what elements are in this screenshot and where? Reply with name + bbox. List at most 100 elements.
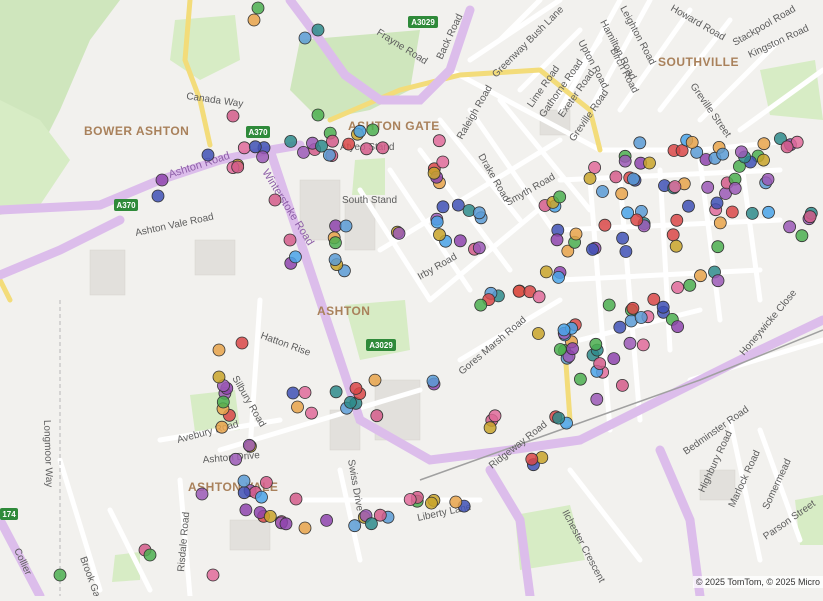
map-marker[interactable]: [292, 401, 304, 413]
map-marker[interactable]: [280, 518, 292, 530]
map-marker[interactable]: [361, 143, 373, 155]
map-marker[interactable]: [213, 371, 225, 383]
map-marker[interactable]: [554, 191, 566, 203]
map-marker[interactable]: [290, 493, 302, 505]
map-marker[interactable]: [616, 379, 628, 391]
map-marker[interactable]: [298, 146, 310, 158]
map-marker[interactable]: [763, 206, 775, 218]
map-marker[interactable]: [227, 110, 239, 122]
map-marker[interactable]: [340, 220, 352, 232]
map-marker[interactable]: [784, 221, 796, 233]
map-marker[interactable]: [202, 149, 214, 161]
map-marker[interactable]: [437, 201, 449, 213]
map-marker[interactable]: [216, 421, 228, 433]
map-marker[interactable]: [152, 190, 164, 202]
map-marker[interactable]: [256, 491, 268, 503]
map-marker[interactable]: [619, 155, 631, 167]
map-marker[interactable]: [540, 266, 552, 278]
map-marker[interactable]: [230, 453, 242, 465]
map-marker[interactable]: [327, 135, 339, 147]
map-marker[interactable]: [781, 141, 793, 153]
map-marker[interactable]: [796, 230, 808, 242]
map-marker[interactable]: [635, 312, 647, 324]
map-marker[interactable]: [672, 282, 684, 294]
map-marker[interactable]: [329, 254, 341, 266]
map-marker[interactable]: [434, 229, 446, 241]
map-marker[interactable]: [672, 321, 684, 333]
map-marker[interactable]: [329, 237, 341, 249]
map-marker[interactable]: [196, 488, 208, 500]
map-marker[interactable]: [758, 138, 770, 150]
map-marker[interactable]: [365, 518, 377, 530]
map-marker[interactable]: [354, 125, 366, 137]
map-marker[interactable]: [454, 235, 466, 247]
map-marker[interactable]: [622, 207, 634, 219]
map-marker[interactable]: [637, 339, 649, 351]
map-marker[interactable]: [616, 188, 628, 200]
map-marker[interactable]: [711, 197, 723, 209]
map-marker[interactable]: [590, 338, 602, 350]
map-marker[interactable]: [671, 214, 683, 226]
map-marker[interactable]: [729, 182, 741, 194]
map-marker[interactable]: [684, 279, 696, 291]
map-marker[interactable]: [312, 109, 324, 121]
map-marker[interactable]: [712, 241, 724, 253]
map-marker[interactable]: [484, 422, 496, 434]
map-marker[interactable]: [589, 162, 601, 174]
map-marker[interactable]: [289, 251, 301, 263]
map-marker[interactable]: [404, 494, 416, 506]
map-marker[interactable]: [299, 387, 311, 399]
map-marker[interactable]: [597, 186, 609, 198]
map-marker[interactable]: [712, 275, 724, 287]
map-marker[interactable]: [156, 174, 168, 186]
map-svg[interactable]: A3029 A370 A370 A3029 174 BOWER ASHTON A…: [0, 0, 823, 596]
map-marker[interactable]: [574, 373, 586, 385]
map-marker[interactable]: [617, 232, 629, 244]
map-marker[interactable]: [686, 136, 698, 148]
map-marker[interactable]: [526, 453, 538, 465]
map-marker[interactable]: [553, 412, 565, 424]
map-marker[interactable]: [330, 386, 342, 398]
map-marker[interactable]: [587, 243, 599, 255]
map-marker[interactable]: [683, 200, 695, 212]
map-marker[interactable]: [312, 24, 324, 36]
map-marker[interactable]: [608, 353, 620, 365]
map-marker[interactable]: [260, 477, 272, 489]
map-marker[interactable]: [620, 246, 632, 258]
map-marker[interactable]: [350, 382, 362, 394]
map-canvas[interactable]: A3029 A370 A370 A3029 174 BOWER ASHTON A…: [0, 0, 823, 596]
map-marker[interactable]: [714, 217, 726, 229]
map-marker[interactable]: [554, 344, 566, 356]
map-marker[interactable]: [371, 410, 383, 422]
map-marker[interactable]: [369, 374, 381, 386]
map-marker[interactable]: [584, 172, 596, 184]
map-marker[interactable]: [634, 137, 646, 149]
map-marker[interactable]: [285, 135, 297, 147]
map-marker[interactable]: [570, 228, 582, 240]
map-marker[interactable]: [762, 173, 774, 185]
map-marker[interactable]: [236, 337, 248, 349]
map-marker[interactable]: [243, 439, 255, 451]
map-marker[interactable]: [657, 301, 669, 313]
map-marker[interactable]: [299, 522, 311, 534]
map-marker[interactable]: [473, 242, 485, 254]
map-marker[interactable]: [367, 124, 379, 136]
map-marker[interactable]: [591, 393, 603, 405]
map-marker[interactable]: [257, 151, 269, 163]
map-marker[interactable]: [473, 207, 485, 219]
map-marker[interactable]: [284, 234, 296, 246]
map-marker[interactable]: [238, 487, 250, 499]
map-marker[interactable]: [252, 2, 264, 14]
map-marker[interactable]: [232, 161, 244, 173]
map-marker[interactable]: [450, 496, 462, 508]
map-marker[interactable]: [553, 271, 565, 283]
map-marker[interactable]: [746, 207, 758, 219]
map-marker[interactable]: [323, 149, 335, 161]
map-marker[interactable]: [533, 291, 545, 303]
map-marker[interactable]: [213, 344, 225, 356]
map-marker[interactable]: [287, 387, 299, 399]
map-marker[interactable]: [624, 337, 636, 349]
map-marker[interactable]: [264, 510, 276, 522]
map-marker[interactable]: [393, 227, 405, 239]
map-marker[interactable]: [54, 569, 66, 581]
